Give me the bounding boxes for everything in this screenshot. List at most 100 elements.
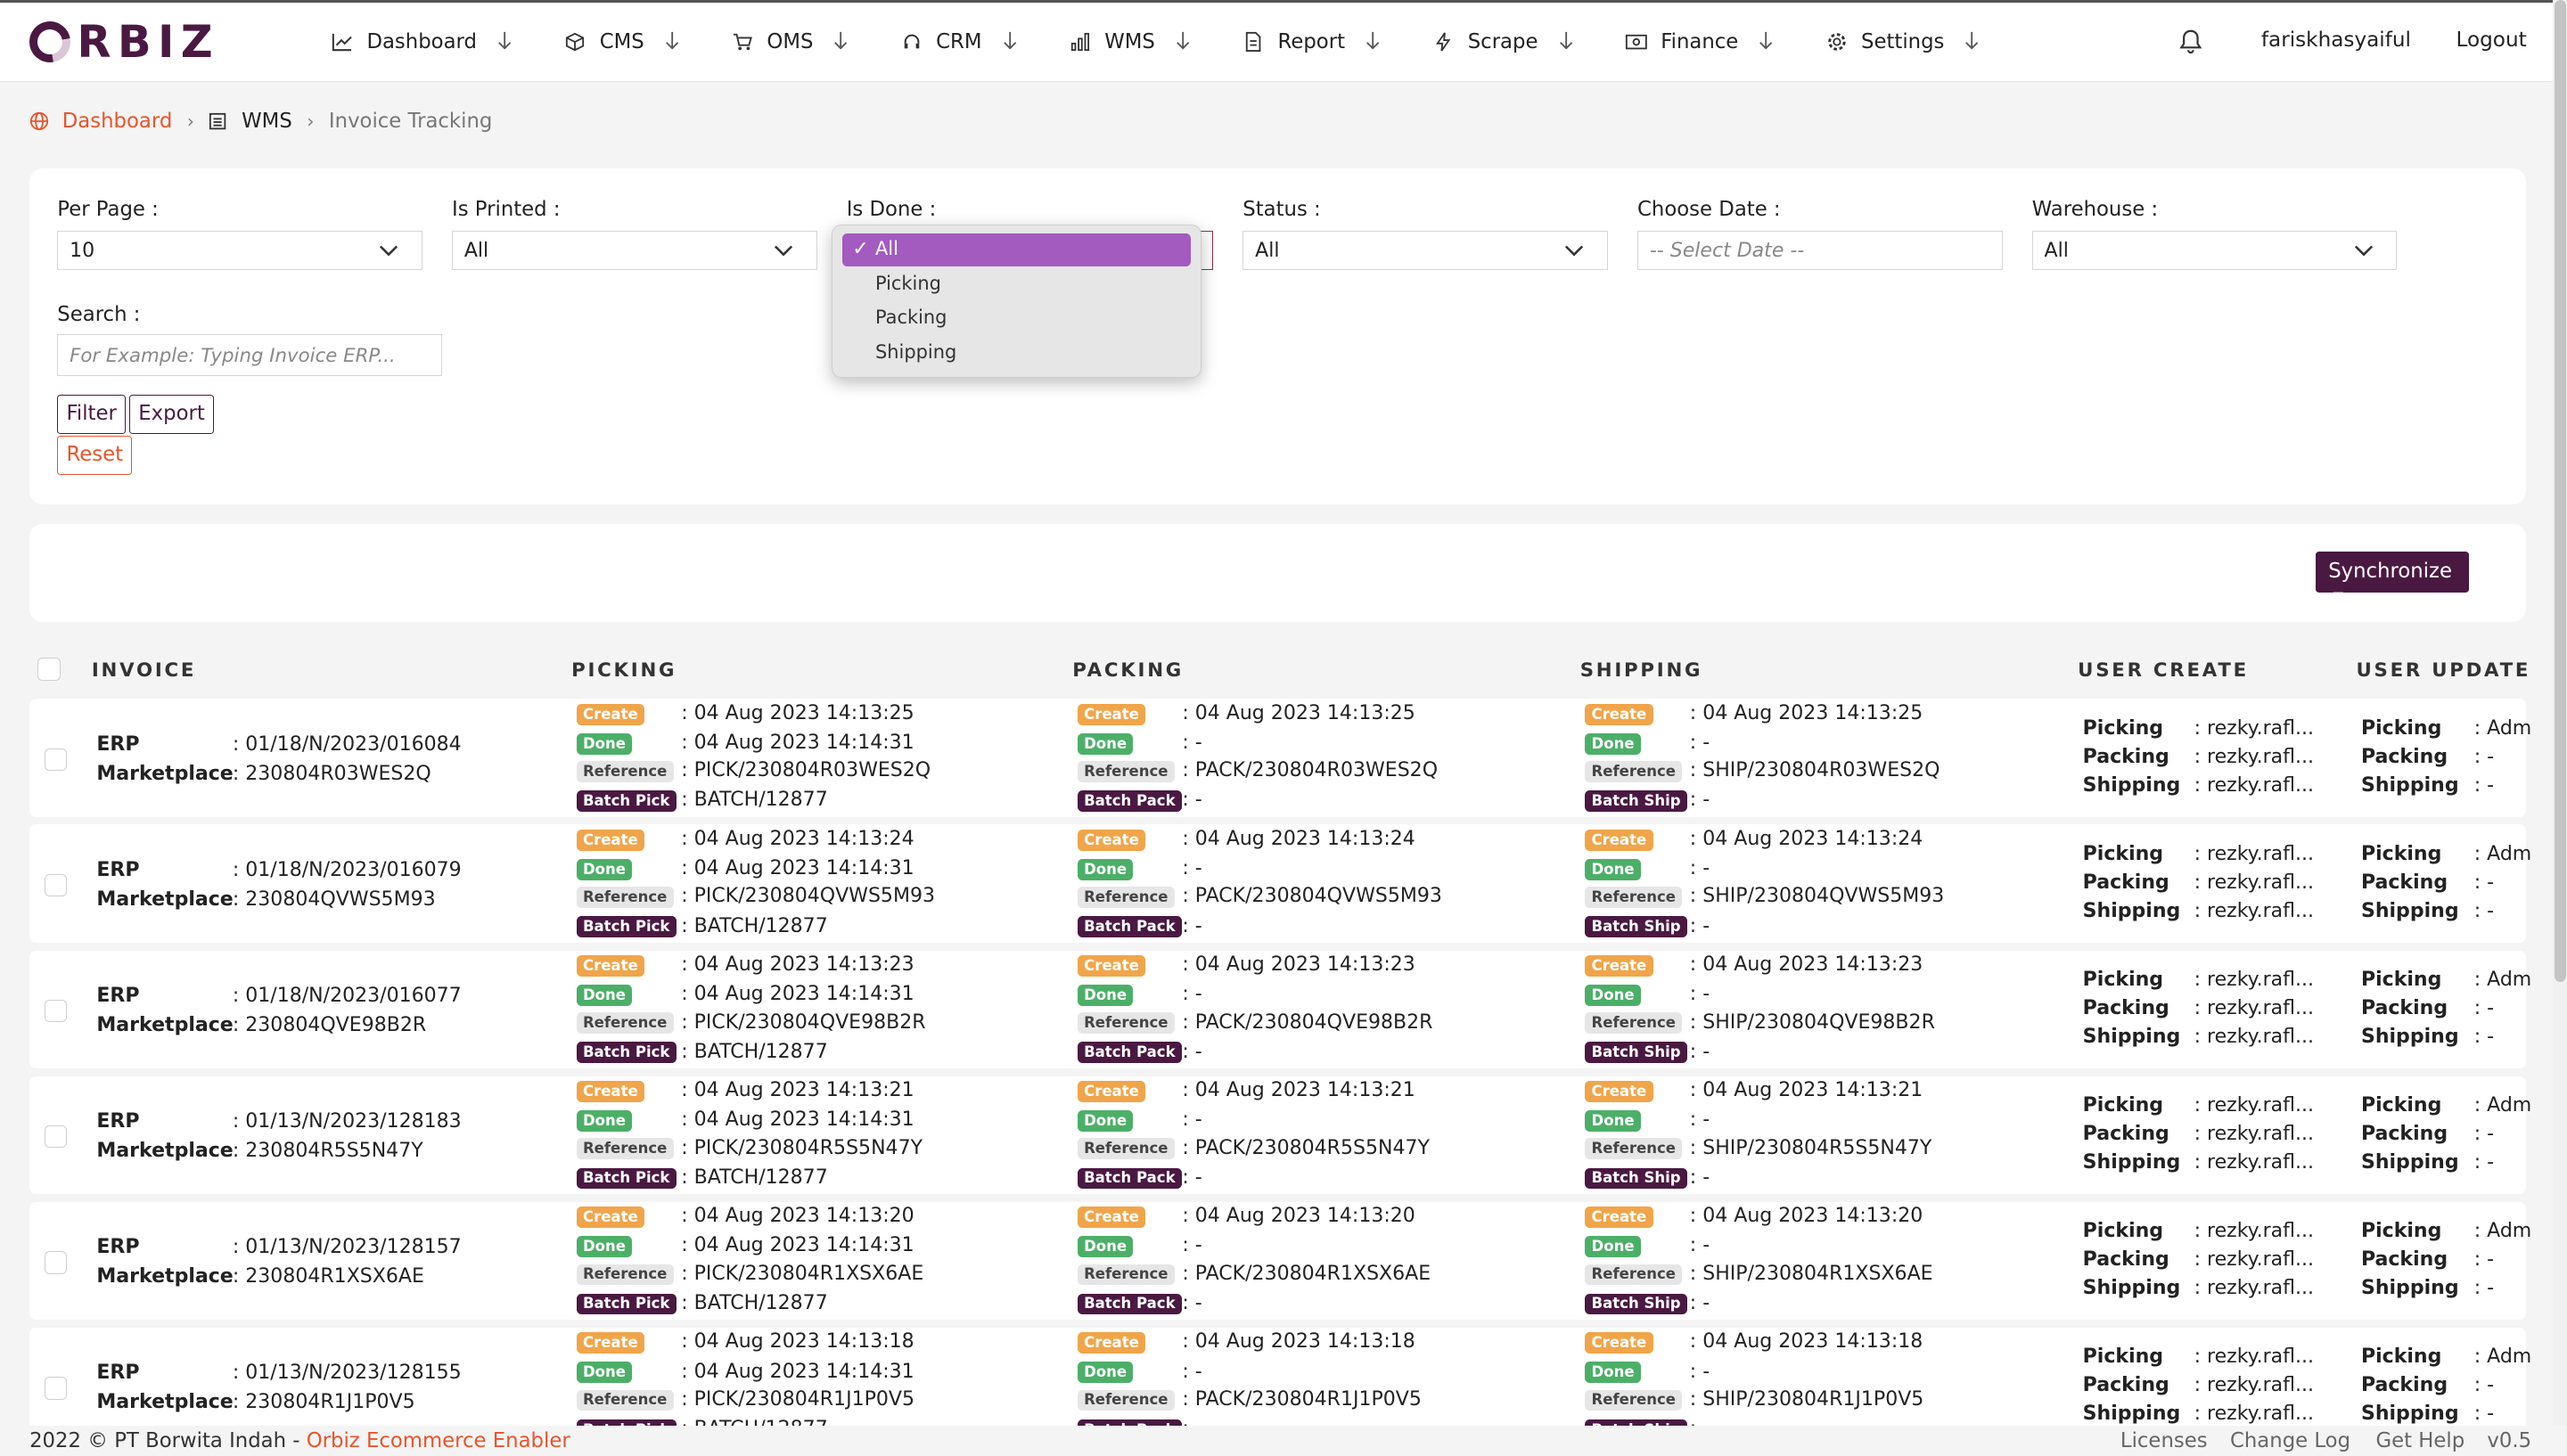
is-done-option-all[interactable]: ✓ All: [842, 233, 1192, 266]
synchronize-button[interactable]: Synchronize ▼: [2315, 552, 2470, 604]
is-printed-select[interactable]: All: [452, 231, 817, 271]
search-input[interactable]: For Example: Typing Invoice ERP...: [57, 333, 442, 377]
nav-item-settings[interactable]: Settings: [1825, 30, 1981, 53]
page-scrollbar[interactable]: [2552, 0, 2567, 1456]
picking-done-badge: Done: [576, 1362, 633, 1384]
marketplace-label: Marketplace: [96, 1014, 234, 1037]
footer-link-help[interactable]: Get Help: [2375, 1429, 2464, 1452]
breadcrumb-home[interactable]: Dashboard: [29, 110, 172, 133]
username-link[interactable]: fariskhasyaiful: [2261, 29, 2411, 52]
picking-create-value: : 04 Aug 2023 14:13:24: [681, 828, 914, 851]
shipping-done-badge: Done: [1585, 859, 1641, 880]
nav-item-finance[interactable]: Finance: [1625, 30, 1775, 53]
packing-reference-badge: Reference: [1077, 1012, 1175, 1035]
shipping-create-badge: Create: [1585, 829, 1653, 851]
picking-reference-badge: Reference: [576, 1389, 674, 1411]
select-all-checkbox[interactable]: [37, 658, 61, 682]
picking-reference-badge: Reference: [576, 1264, 674, 1286]
user-update-shipping-label: Shipping: [2360, 1403, 2459, 1426]
row-checkbox[interactable]: [44, 1250, 68, 1274]
row-checkbox[interactable]: [44, 873, 68, 897]
footer-link-changelog[interactable]: Change Log: [2230, 1429, 2350, 1452]
erp-value: : 01/18/N/2023/016077: [232, 985, 462, 1008]
user-create-shipping-label: Shipping: [2082, 773, 2181, 797]
picking-batch-value: : BATCH/12877: [681, 789, 828, 812]
packing-done-value: : -: [1182, 857, 1202, 880]
picking-create-badge: Create: [576, 955, 645, 977]
packing-reference-value: : PACK/230804R1J1P0V5: [1182, 1387, 1422, 1411]
packing-reference-value: : PACK/230804R1XSX6AE: [1182, 1262, 1431, 1285]
marketplace-label: Marketplace: [96, 1391, 234, 1414]
picking-done-badge: Done: [576, 1110, 633, 1133]
picking-reference-badge: Reference: [576, 887, 674, 909]
nav-item-report[interactable]: Report: [1242, 30, 1381, 53]
packing-batch-value: : -: [1182, 1040, 1202, 1063]
user-update-picking-label: Picking: [2360, 968, 2442, 991]
page-footer: 2022 © PT Borwita Indah - Orbiz Ecommerc…: [0, 1426, 2567, 1456]
row-checkbox[interactable]: [44, 1125, 68, 1149]
reset-button[interactable]: Reset: [57, 435, 133, 475]
shipping-reference-value: : SHIP/230804QVE98B2R: [1689, 1010, 1935, 1034]
picking-batch-badge: Batch Pick: [576, 1042, 677, 1064]
col-user-create: USER CREATE: [2078, 659, 2249, 683]
notification-bell-icon[interactable]: [2179, 29, 2202, 54]
nav-item-dashboard[interactable]: Dashboard: [331, 30, 513, 53]
warehouse-select[interactable]: All: [2031, 231, 2398, 271]
nav-item-cms[interactable]: CMS: [563, 30, 680, 53]
choose-date-input[interactable]: -- Select Date --: [1637, 231, 2003, 271]
picking-create-badge: Create: [576, 703, 645, 725]
nav-item-wms[interactable]: WMS: [1069, 30, 1191, 53]
user-update-shipping-label: Shipping: [2360, 1277, 2459, 1300]
user-create-shipping-label: Shipping: [2082, 1403, 2181, 1426]
user-update-packing-label: Packing: [2360, 871, 2448, 894]
picking-create-badge: Create: [576, 1081, 645, 1103]
nav-item-crm[interactable]: CRM: [900, 30, 1018, 53]
is-done-option-shipping[interactable]: Shipping: [842, 337, 1191, 370]
is-done-option-picking[interactable]: Picking: [842, 267, 1191, 300]
scrollbar-thumb[interactable]: [2554, 0, 2566, 983]
filter-button[interactable]: Filter: [57, 394, 127, 434]
shipping-batch-badge: Batch Ship: [1585, 1167, 1687, 1190]
user-create-packing-label: Packing: [2082, 996, 2169, 1019]
logout-link[interactable]: Logout: [2456, 29, 2527, 52]
row-checkbox[interactable]: [44, 999, 68, 1023]
footer-brand-link[interactable]: Orbiz Ecommerce Enabler: [307, 1429, 570, 1452]
nav-item-oms[interactable]: OMS: [731, 30, 849, 53]
row-checkbox[interactable]: [44, 748, 68, 772]
picking-reference-value: : PICK/230804R1XSX6AE: [681, 1262, 924, 1285]
is-done-dropdown: ✓ All Picking Packing Shipping: [832, 224, 1202, 379]
breadcrumb: Dashboard › WMS › Invoice Tracking: [29, 110, 492, 133]
user-create-picking-value: : rezky.rafl...: [2194, 968, 2315, 991]
packing-done-value: : -: [1182, 1108, 1202, 1132]
export-button[interactable]: Export: [129, 394, 214, 434]
per-page-label: Per Page :: [57, 198, 159, 222]
shipping-done-value: : -: [1689, 732, 1710, 755]
per-page-select[interactable]: 10: [57, 231, 422, 271]
top-navbar: RBIZ Dashboard CMS OMS CRM WMS Report Scrape Fi…: [0, 0, 2567, 82]
shipping-done-badge: Done: [1585, 985, 1641, 1006]
user-update-packing-value: : -: [2473, 1248, 2495, 1272]
status-select[interactable]: All: [1242, 231, 1608, 271]
nav-item-scrape[interactable]: Scrape: [1431, 30, 1574, 53]
row-checkbox[interactable]: [44, 1376, 68, 1400]
nav-item-label: Report: [1277, 30, 1346, 54]
orbiz-logo[interactable]: RBIZ: [21, 13, 219, 71]
picking-done-value: : 04 Aug 2023 14:14:31: [681, 1360, 914, 1383]
user-update-picking-value: : Adm: [2473, 1093, 2532, 1117]
arrow-down-icon: [832, 30, 849, 53]
arrow-down-icon: [1558, 30, 1574, 53]
is-done-option-packing[interactable]: Packing: [842, 302, 1191, 335]
shipping-done-badge: Done: [1585, 1362, 1641, 1384]
packing-create-value: : 04 Aug 2023 14:13:23: [1182, 953, 1415, 977]
footer-link-licenses[interactable]: Licenses: [2120, 1429, 2208, 1452]
packing-create-badge: Create: [1077, 1081, 1146, 1103]
packing-reference-badge: Reference: [1077, 761, 1175, 783]
chart-line-icon: [331, 30, 354, 53]
shipping-done-value: : -: [1689, 1234, 1710, 1257]
packing-reference-value: : PACK/230804R03WES2Q: [1182, 759, 1439, 782]
packing-create-badge: Create: [1077, 703, 1146, 725]
user-update-shipping-value: : -: [2473, 1277, 2495, 1300]
choose-date-placeholder: -- Select Date --: [1649, 240, 1805, 263]
shipping-create-badge: Create: [1585, 1332, 1653, 1354]
breadcrumb-section[interactable]: WMS: [209, 110, 292, 133]
